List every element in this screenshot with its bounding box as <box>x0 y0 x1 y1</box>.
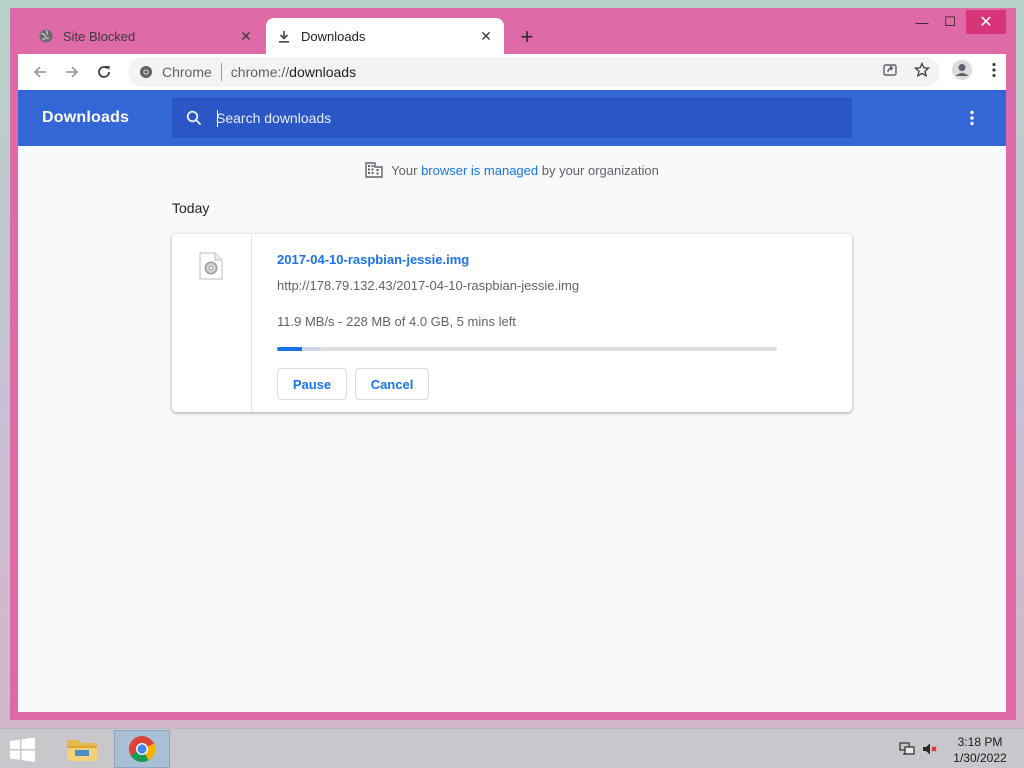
kebab-menu-icon <box>992 62 996 78</box>
search-input[interactable] <box>216 98 852 138</box>
start-button[interactable] <box>8 737 38 763</box>
progress-fill <box>277 347 302 351</box>
file-source-url: http://178.79.132.43/2017-04-10-raspbian… <box>277 278 580 293</box>
back-arrow-icon <box>33 66 46 78</box>
pause-button[interactable]: Pause <box>277 368 347 400</box>
disc-image-file-icon <box>199 252 223 280</box>
tab-title: Downloads <box>301 28 366 44</box>
reload-icon <box>98 66 110 78</box>
url-scheme: chrome:// <box>230 64 290 80</box>
maximize-button[interactable]: ☐ <box>938 10 962 34</box>
chrome-menu-button[interactable] <box>982 58 1006 82</box>
close-tab-icon[interactable]: ✕ <box>236 26 256 46</box>
page-title: Downloads <box>42 109 130 126</box>
managed-text-suffix: by your organization <box>538 162 659 178</box>
globe-icon <box>38 28 54 44</box>
tab-site-blocked[interactable]: Site Blocked ✕ <box>28 18 264 54</box>
taskbar-file-explorer[interactable] <box>54 730 110 768</box>
browser-toolbar: Chrome chrome://downloads <box>18 54 1006 90</box>
reload-button[interactable] <box>92 60 116 84</box>
avatar-icon <box>952 60 972 80</box>
taskbar-clock[interactable]: 3:18 PM 1/30/2022 <box>948 734 1012 766</box>
managed-link[interactable]: browser is managed <box>421 163 538 178</box>
network-icon[interactable] <box>898 741 916 757</box>
managed-text-prefix: Your <box>391 162 422 178</box>
downloads-header: Downloads <box>18 90 1006 146</box>
tab-downloads[interactable]: Downloads ✕ <box>266 18 504 54</box>
managed-notice: Your browser is managed by your organiza… <box>18 160 1006 180</box>
share-icon <box>883 64 897 76</box>
text-caret <box>217 110 218 127</box>
progress-bar <box>277 347 777 351</box>
taskbar-chrome[interactable] <box>114 730 170 768</box>
back-button[interactable] <box>28 60 52 84</box>
download-icon <box>276 28 292 44</box>
search-bar[interactable] <box>172 98 852 138</box>
windows-logo-icon <box>10 737 35 762</box>
forward-arrow-icon <box>66 66 79 78</box>
clock-time: 3:18 PM <box>957 735 1003 749</box>
chrome-logo-icon <box>129 736 156 763</box>
building-icon <box>365 161 383 179</box>
folder-icon <box>67 740 97 761</box>
omnibox-chip: Chrome <box>162 64 212 80</box>
file-icon-column <box>172 234 252 412</box>
cancel-button[interactable]: Cancel <box>355 368 429 400</box>
omnibox-separator <box>220 63 222 81</box>
tab-title: Site Blocked <box>63 28 136 44</box>
address-bar[interactable]: Chrome chrome://downloads <box>128 57 940 87</box>
url-host: downloads <box>289 64 357 80</box>
forward-button[interactable] <box>60 60 84 84</box>
bookmark-button[interactable] <box>910 58 934 82</box>
downloads-page: Downloads Your browser is managed by you… <box>18 90 1006 712</box>
search-icon <box>184 108 204 128</box>
clock-date: 1/30/2022 <box>953 751 1007 765</box>
browser-window: Site Blocked ✕ Downloads ✕ + — ☐ ✕ Chrom… <box>10 8 1016 720</box>
tab-strip: Site Blocked ✕ Downloads ✕ + — ☐ ✕ <box>10 8 1016 54</box>
taskbar: 3:18 PM 1/30/2022 <box>0 728 1024 768</box>
minimize-button[interactable]: — <box>910 10 934 34</box>
star-icon <box>914 62 930 78</box>
date-header: Today <box>172 200 210 216</box>
close-window-button[interactable]: ✕ <box>966 10 1006 34</box>
volume-muted-icon[interactable] <box>921 741 939 757</box>
downloads-menu-button[interactable] <box>960 106 984 130</box>
download-status: 11.9 MB/s - 228 MB of 4.0 GB, 5 mins lef… <box>277 314 516 329</box>
download-item: 2017-04-10-raspbian-jessie.img http://17… <box>172 234 852 412</box>
share-button[interactable] <box>878 58 902 82</box>
url-text: chrome://downloads <box>231 64 356 80</box>
close-tab-icon[interactable]: ✕ <box>476 26 496 46</box>
new-tab-button[interactable]: + <box>514 24 540 50</box>
profile-button[interactable] <box>950 58 974 82</box>
kebab-menu-icon <box>970 110 974 126</box>
file-name-link[interactable]: 2017-04-10-raspbian-jessie.img <box>277 252 469 267</box>
chrome-page-icon <box>138 64 154 80</box>
